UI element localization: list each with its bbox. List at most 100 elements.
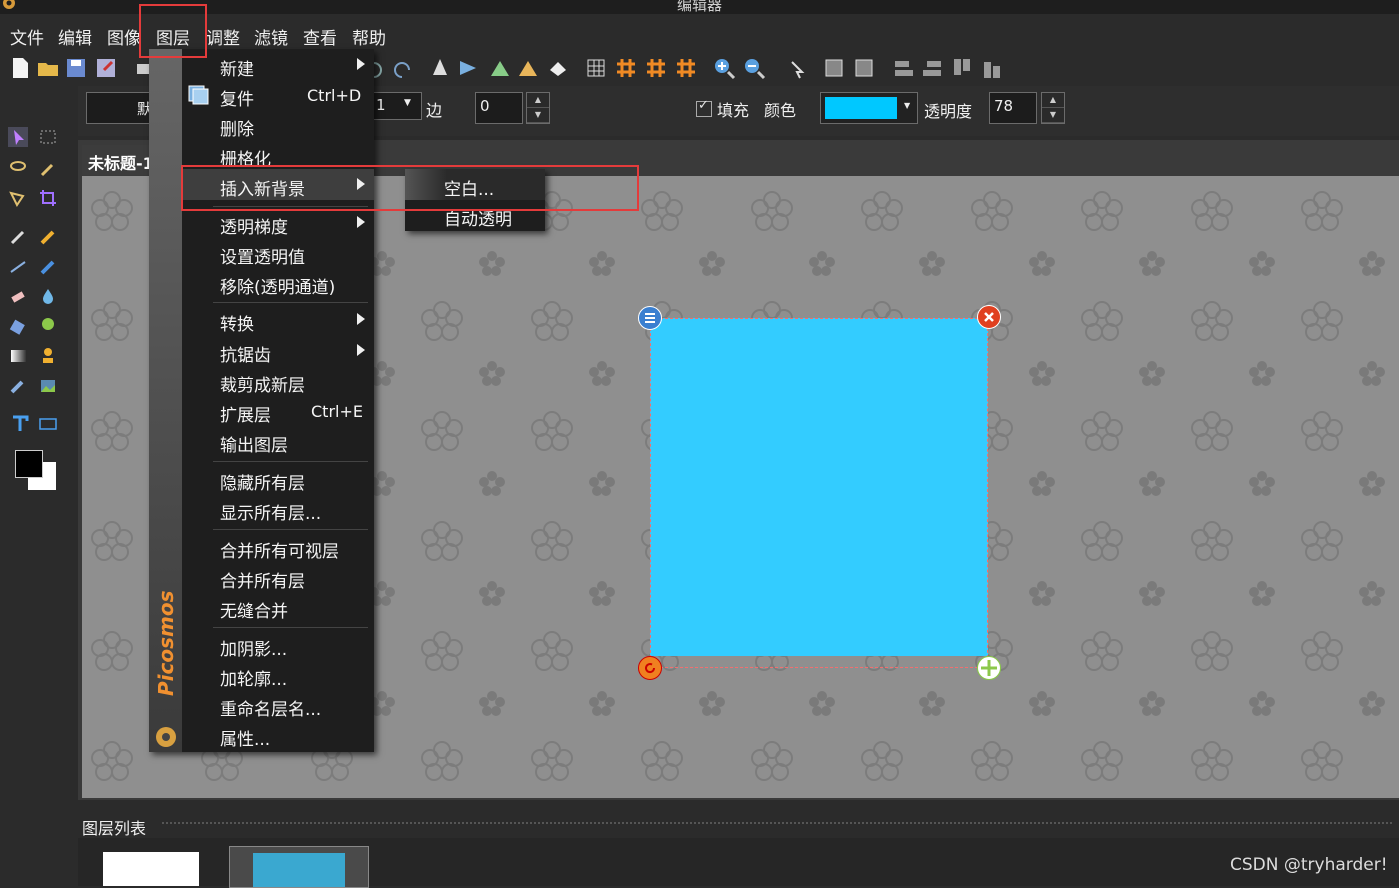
- menu-item-hide-all[interactable]: 隐藏所有层: [220, 469, 305, 494]
- menu-item-crop-to-layer[interactable]: 裁剪成新层: [220, 371, 305, 396]
- size-dropdown[interactable]: 1 ▼: [370, 92, 422, 120]
- opacity-stepper[interactable]: ▲ ▼: [1041, 92, 1065, 124]
- menu-adjust[interactable]: 调整: [206, 24, 240, 49]
- edge-stepper[interactable]: ▲ ▼: [526, 92, 550, 124]
- menu-item-rename-layer[interactable]: 重命名层名...: [220, 695, 321, 720]
- foreground-color-swatch[interactable]: [15, 450, 43, 478]
- menu-item-remove-alpha[interactable]: 移除(透明通道): [220, 273, 335, 298]
- window-title: 编辑器: [676, 0, 722, 14]
- flip-horizontal-icon[interactable]: [456, 56, 480, 80]
- layer-menu-handle-icon[interactable]: [638, 306, 662, 330]
- opacity-input[interactable]: 78: [989, 92, 1037, 124]
- text-tool-icon[interactable]: [10, 414, 30, 434]
- magic-wand-icon[interactable]: [38, 158, 58, 178]
- brush-icon[interactable]: [38, 256, 58, 276]
- eraser-icon[interactable]: [8, 286, 28, 306]
- paint-bucket-icon[interactable]: [8, 316, 28, 336]
- up-arrow-icon[interactable]: ▲: [527, 93, 549, 108]
- down-arrow-icon[interactable]: ▼: [527, 108, 549, 123]
- document-title: 未标题-1: [88, 154, 154, 173]
- line-tool-icon[interactable]: [8, 256, 28, 276]
- menu-item-expand-layer[interactable]: 扩展层: [220, 401, 271, 426]
- clone-stamp-icon[interactable]: [38, 346, 58, 366]
- menu-view[interactable]: 查看: [303, 24, 337, 49]
- layer-thumbnail-background[interactable]: [103, 852, 199, 886]
- menu-item-add-outline[interactable]: 加轮廓...: [220, 665, 287, 690]
- toolbox: [0, 120, 72, 886]
- flip-vertical-icon[interactable]: [428, 56, 452, 80]
- marquee-tool-icon[interactable]: [38, 127, 58, 147]
- down-arrow-icon[interactable]: ▼: [1042, 108, 1064, 123]
- menu-item-new[interactable]: 新建: [220, 55, 254, 80]
- zoom-out-icon[interactable]: [742, 56, 766, 80]
- menu-item-export-layer[interactable]: 输出图层: [220, 431, 288, 456]
- watermark-text: CSDN @tryharder!: [1230, 855, 1388, 875]
- preset-dropdown[interactable]: 默: [86, 92, 152, 124]
- select-arrow-icon[interactable]: [784, 56, 808, 80]
- opacity-value: 78: [994, 97, 1014, 115]
- fill-checkbox[interactable]: ✓: [696, 98, 712, 117]
- redo-icon[interactable]: [390, 56, 414, 80]
- menu-item-show-all[interactable]: 显示所有层...: [220, 499, 321, 524]
- crop-frame-2-icon[interactable]: [852, 56, 876, 80]
- rotate-right-icon[interactable]: [516, 56, 540, 80]
- move-tool-icon[interactable]: [8, 127, 28, 147]
- document-tab[interactable]: 未标题-1: [82, 145, 154, 175]
- brand-gear-icon: [153, 724, 179, 750]
- opacity-label: 透明度: [924, 102, 973, 121]
- menu-item-duplicate[interactable]: 复件: [220, 85, 254, 110]
- grid-orange-3-icon[interactable]: [674, 56, 698, 80]
- menu-item-seamless-merge[interactable]: 无缝合并: [220, 597, 288, 622]
- eyedropper-icon[interactable]: [8, 226, 28, 246]
- menu-item-merge-visible[interactable]: 合并所有可视层: [220, 537, 339, 562]
- menu-item-add-shadow[interactable]: 加阴影...: [220, 635, 287, 660]
- save-icon[interactable]: [64, 56, 88, 80]
- menu-edit[interactable]: 编辑: [58, 24, 92, 49]
- layer-item-selected[interactable]: [229, 846, 369, 888]
- resize-handle-icon[interactable]: [977, 656, 1001, 680]
- align-bottom-icon[interactable]: [980, 56, 1004, 80]
- title-bar: 编辑器: [0, 0, 1399, 14]
- up-arrow-icon[interactable]: ▲: [1042, 93, 1064, 108]
- new-file-icon[interactable]: [8, 56, 32, 80]
- pencil-icon[interactable]: [38, 226, 58, 246]
- menu-file[interactable]: 文件: [10, 24, 44, 49]
- menu-item-merge-all[interactable]: 合并所有层: [220, 567, 305, 592]
- menu-item-delete[interactable]: 删除: [220, 115, 254, 140]
- menu-item-set-transparency[interactable]: 设置透明值: [220, 243, 305, 268]
- crop-frame-icon[interactable]: [822, 56, 846, 80]
- menu-image[interactable]: 图像: [107, 24, 141, 49]
- gradient-icon[interactable]: [8, 346, 28, 366]
- image-tool-icon[interactable]: [38, 376, 58, 396]
- menu-item-antialias[interactable]: 抗锯齿: [220, 341, 271, 366]
- align-right-icon[interactable]: [920, 56, 944, 80]
- rectangle-tool-icon[interactable]: [38, 414, 58, 434]
- blur-drop-icon[interactable]: [38, 286, 58, 306]
- rotate-left-icon[interactable]: [488, 56, 512, 80]
- menu-item-convert[interactable]: 转换: [220, 310, 254, 335]
- polygon-lasso-icon[interactable]: [8, 188, 28, 208]
- edge-input[interactable]: 0: [475, 92, 523, 124]
- align-left-icon[interactable]: [892, 56, 916, 80]
- align-top-icon[interactable]: [950, 56, 974, 80]
- delete-handle-icon[interactable]: [977, 305, 1001, 329]
- zoom-in-icon[interactable]: [712, 56, 736, 80]
- grid-orange-2-icon[interactable]: [644, 56, 668, 80]
- save-as-icon[interactable]: [94, 56, 118, 80]
- rotate-handle-icon[interactable]: [638, 656, 662, 680]
- menu-help[interactable]: 帮助: [352, 24, 386, 49]
- grid-orange-icon[interactable]: [614, 56, 638, 80]
- tree-stamp-icon[interactable]: [38, 316, 58, 336]
- lasso-tool-icon[interactable]: [8, 158, 28, 178]
- crop-tool-icon[interactable]: [38, 188, 58, 208]
- chevron-down-icon: ▼: [904, 101, 911, 110]
- check-icon: ✓: [698, 98, 709, 113]
- smudge-icon[interactable]: [8, 376, 28, 396]
- rotate-free-icon[interactable]: [546, 56, 570, 80]
- grid-icon[interactable]: [584, 56, 608, 80]
- menu-filter[interactable]: 滤镜: [254, 24, 288, 49]
- menu-item-properties[interactable]: 属性...: [220, 725, 270, 750]
- open-folder-icon[interactable]: [36, 56, 60, 80]
- menu-item-transparency-gradient[interactable]: 透明梯度: [220, 213, 288, 238]
- color-picker[interactable]: ▼: [820, 92, 918, 124]
